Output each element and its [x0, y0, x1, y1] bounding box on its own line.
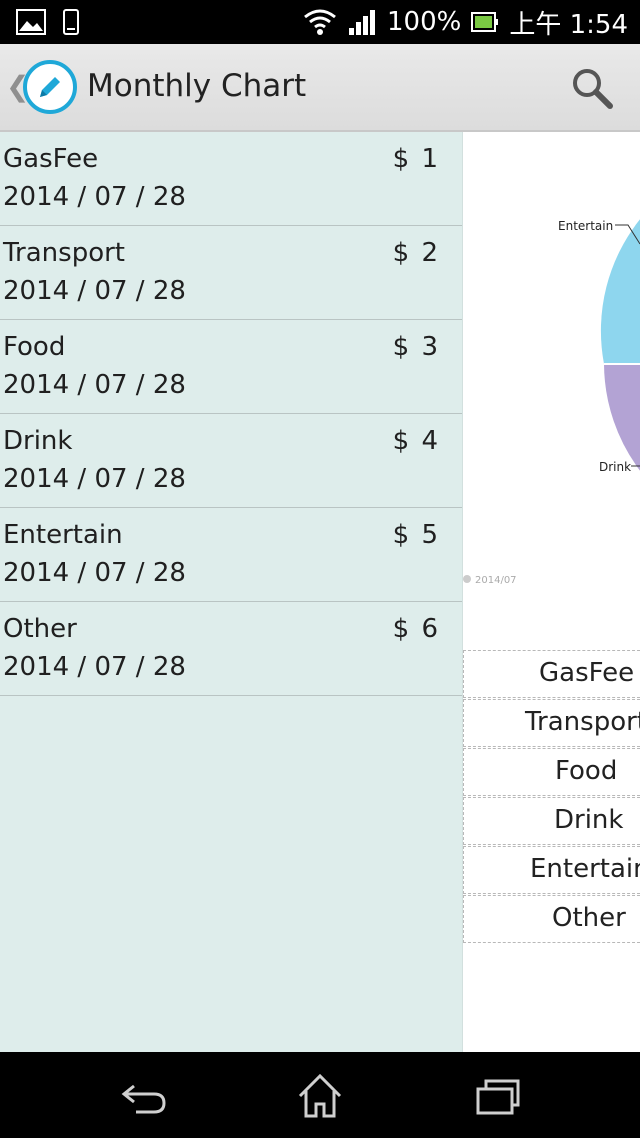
- list-item[interactable]: Drink $ 4 2014 / 07 / 28: [0, 414, 462, 508]
- legend-row: Drink: [463, 797, 640, 845]
- item-name: Drink: [3, 426, 73, 456]
- series-marker: [463, 575, 471, 583]
- battery-icon: [471, 12, 499, 32]
- item-date: 2014 / 07 / 28: [3, 182, 186, 212]
- item-amount: $ 3: [392, 332, 440, 362]
- list-item[interactable]: Food $ 3 2014 / 07 / 28: [0, 320, 462, 414]
- battery-percent: 100%: [387, 7, 462, 37]
- phone-icon: [63, 9, 79, 35]
- item-date: 2014 / 07 / 28: [3, 652, 186, 682]
- list-item[interactable]: GasFee $ 1 2014 / 07 / 28: [0, 132, 462, 226]
- recent-apps-icon[interactable]: [468, 1072, 528, 1118]
- back-icon[interactable]: [114, 1072, 174, 1118]
- item-amount: $ 5: [392, 520, 440, 550]
- chart-panel: Entertain Drink 2014/07 GasFee Transport…: [463, 132, 640, 1052]
- item-amount: $ 4: [392, 426, 440, 456]
- legend-label: Other: [552, 903, 626, 933]
- item-amount: $ 1: [392, 144, 440, 174]
- legend-label: Entertain: [530, 854, 640, 884]
- status-time: 上午 1:54: [509, 9, 628, 40]
- home-icon[interactable]: [290, 1072, 350, 1118]
- action-bar: ❮ Monthly Chart: [0, 44, 640, 132]
- item-name: Food: [3, 332, 66, 362]
- signal-icon: [349, 10, 375, 35]
- list-item[interactable]: Entertain $ 5 2014 / 07 / 28: [0, 508, 462, 602]
- legend-label: Food: [555, 756, 618, 786]
- slice-label-drink: Drink: [599, 460, 631, 474]
- item-date: 2014 / 07 / 28: [3, 370, 186, 400]
- wifi-icon: [304, 9, 336, 35]
- legend-row: Food: [463, 748, 640, 796]
- gallery-icon: [16, 9, 46, 35]
- legend-label: Drink: [554, 805, 624, 835]
- series-label: 2014/07: [475, 575, 517, 586]
- legend-row: Other: [463, 895, 640, 943]
- legend-table: GasFee Transport Food Drink Entertain Ot…: [463, 650, 640, 944]
- item-name: Entertain: [3, 520, 123, 550]
- pie-chart: Entertain Drink 2014/07: [463, 219, 640, 586]
- list-item[interactable]: Transport $ 2 2014 / 07 / 28: [0, 226, 462, 320]
- item-date: 2014 / 07 / 28: [3, 276, 186, 306]
- expense-list: GasFee $ 1 2014 / 07 / 28 Transport $ 2 …: [0, 132, 463, 1052]
- slice-label-entertain: Entertain: [558, 219, 613, 233]
- page-title: Monthly Chart: [87, 68, 307, 104]
- legend-row: Transport: [463, 699, 640, 747]
- list-item[interactable]: Other $ 6 2014 / 07 / 28: [0, 602, 462, 696]
- legend-row: Entertain: [463, 846, 640, 894]
- legend-label: GasFee: [539, 658, 635, 688]
- pie-slice-drink: [604, 364, 640, 471]
- item-date: 2014 / 07 / 28: [3, 464, 186, 494]
- legend-row: GasFee: [463, 650, 640, 698]
- item-amount: $ 6: [392, 614, 440, 644]
- pie-slice-entertain: [600, 219, 640, 364]
- item-name: Other: [3, 614, 77, 644]
- item-name: GasFee: [3, 144, 99, 174]
- navigation-bar: [0, 1052, 640, 1138]
- item-amount: $ 2: [392, 238, 440, 268]
- status-bar: 100% 上午 1:54: [0, 0, 640, 44]
- pencil-icon[interactable]: [22, 59, 78, 115]
- item-date: 2014 / 07 / 28: [3, 558, 186, 588]
- search-icon[interactable]: [568, 64, 618, 114]
- legend-label: Transport: [525, 707, 640, 737]
- item-name: Transport: [3, 238, 126, 268]
